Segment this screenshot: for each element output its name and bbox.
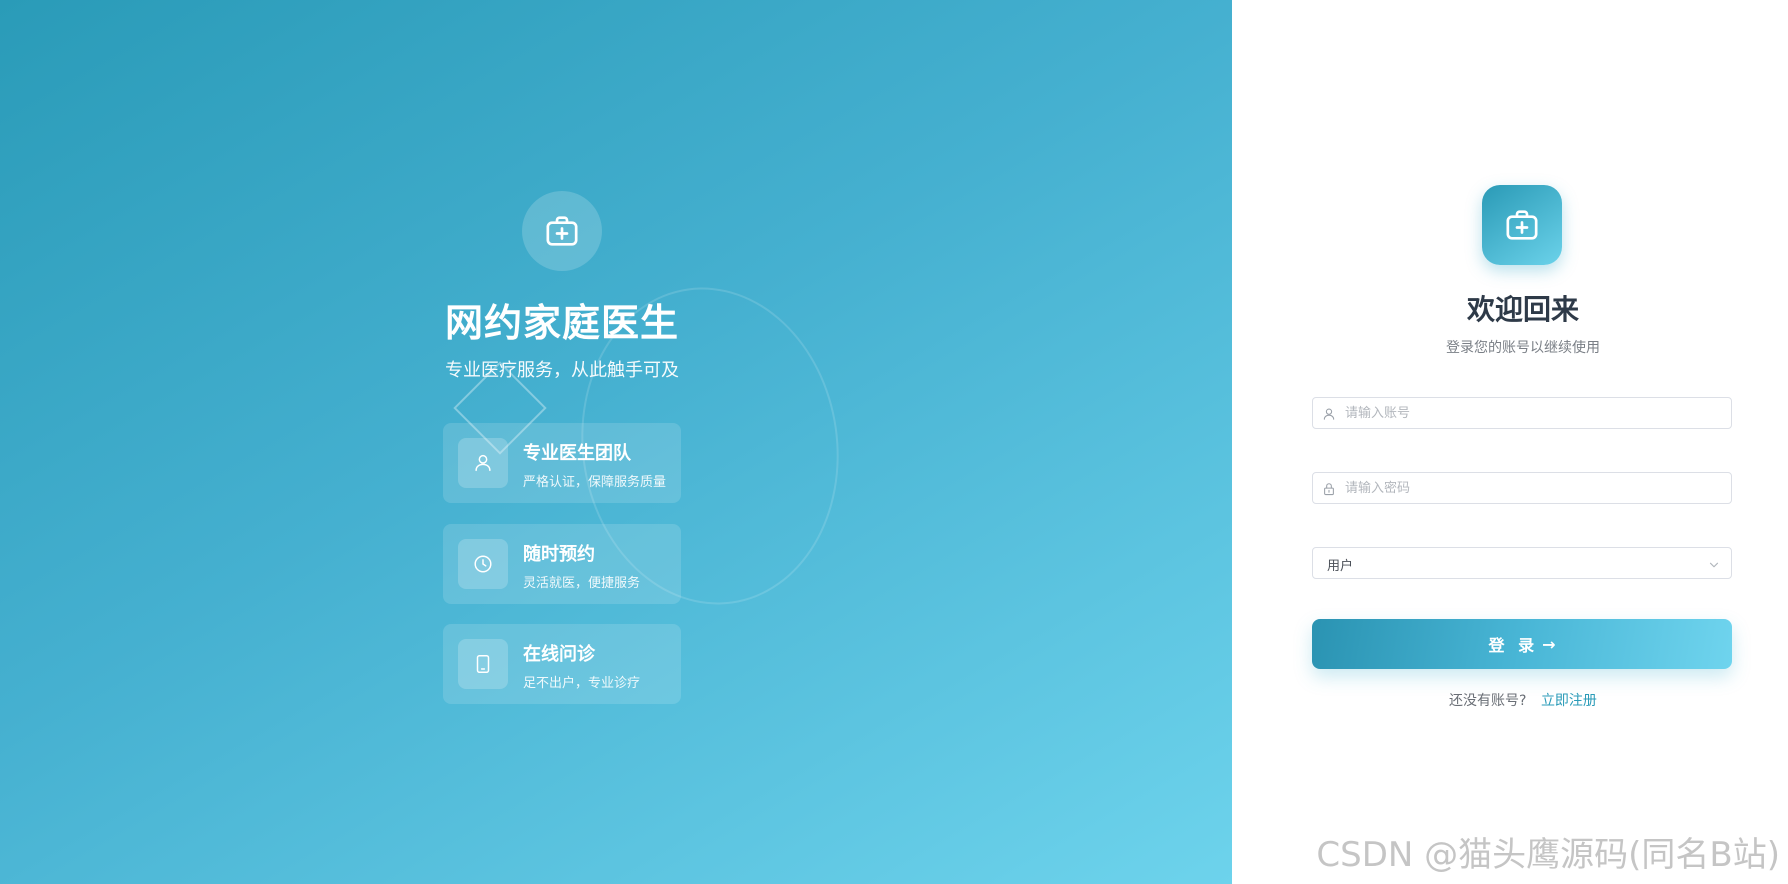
tablet-icon bbox=[458, 639, 508, 689]
watermark: CSDN @猫头鹰源码(同名B站) bbox=[1316, 835, 1780, 875]
feature-card-team: 专业医生团队 严格认证，保障服务质量 bbox=[443, 423, 681, 503]
brand-panel: 网约家庭医生 专业医疗服务，从此触手可及 专业医生团队 严格认证，保障服务质量 … bbox=[0, 0, 1232, 884]
username-field[interactable] bbox=[1312, 397, 1732, 429]
no-account-text: 还没有账号? bbox=[1449, 693, 1527, 709]
feature-title: 随时预约 bbox=[523, 544, 595, 565]
username-input[interactable] bbox=[1343, 398, 1723, 428]
login-title: 欢迎回来 bbox=[1466, 293, 1579, 326]
feature-card-appointment: 随时预约 灵活就医，便捷服务 bbox=[443, 524, 681, 604]
arrow-right-icon: → bbox=[1542, 634, 1556, 654]
feature-title: 在线问诊 bbox=[523, 644, 595, 665]
password-input[interactable] bbox=[1343, 473, 1723, 503]
feature-desc: 足不出户，专业诊疗 bbox=[523, 676, 641, 691]
medical-kit-icon bbox=[522, 191, 602, 271]
login-panel: 欢迎回来 登录您的账号以继续使用 用户 bbox=[1232, 0, 1788, 884]
feature-title: 专业医生团队 bbox=[523, 443, 631, 464]
role-select-value: 用户 bbox=[1327, 559, 1354, 574]
register-link[interactable]: 立即注册 bbox=[1541, 693, 1597, 709]
register-row: 还没有账号? 立即注册 bbox=[1232, 690, 1788, 710]
role-select[interactable]: 用户 bbox=[1312, 547, 1732, 579]
user-icon bbox=[1321, 405, 1337, 423]
user-icon bbox=[458, 438, 508, 488]
password-field[interactable] bbox=[1312, 472, 1732, 504]
login-page: 网约家庭医生 专业医疗服务，从此触手可及 专业医生团队 严格认证，保障服务质量 … bbox=[0, 0, 1788, 884]
login-button-label: 登 录 bbox=[1488, 636, 1539, 655]
brand-subtitle: 专业医疗服务，从此触手可及 bbox=[445, 360, 679, 381]
login-subtitle: 登录您的账号以继续使用 bbox=[1446, 340, 1600, 356]
lock-icon bbox=[1321, 480, 1337, 498]
feature-desc: 灵活就医，便捷服务 bbox=[523, 576, 641, 591]
feature-desc: 严格认证，保障服务质量 bbox=[523, 475, 667, 490]
feature-card-consultation: 在线问诊 足不出户，专业诊疗 bbox=[443, 624, 681, 704]
clock-icon bbox=[458, 539, 508, 589]
brand-title: 网约家庭医生 bbox=[444, 301, 679, 345]
chevron-down-icon bbox=[1707, 557, 1721, 571]
login-button[interactable]: 登 录 → bbox=[1312, 619, 1732, 669]
medical-kit-icon bbox=[1482, 185, 1562, 265]
